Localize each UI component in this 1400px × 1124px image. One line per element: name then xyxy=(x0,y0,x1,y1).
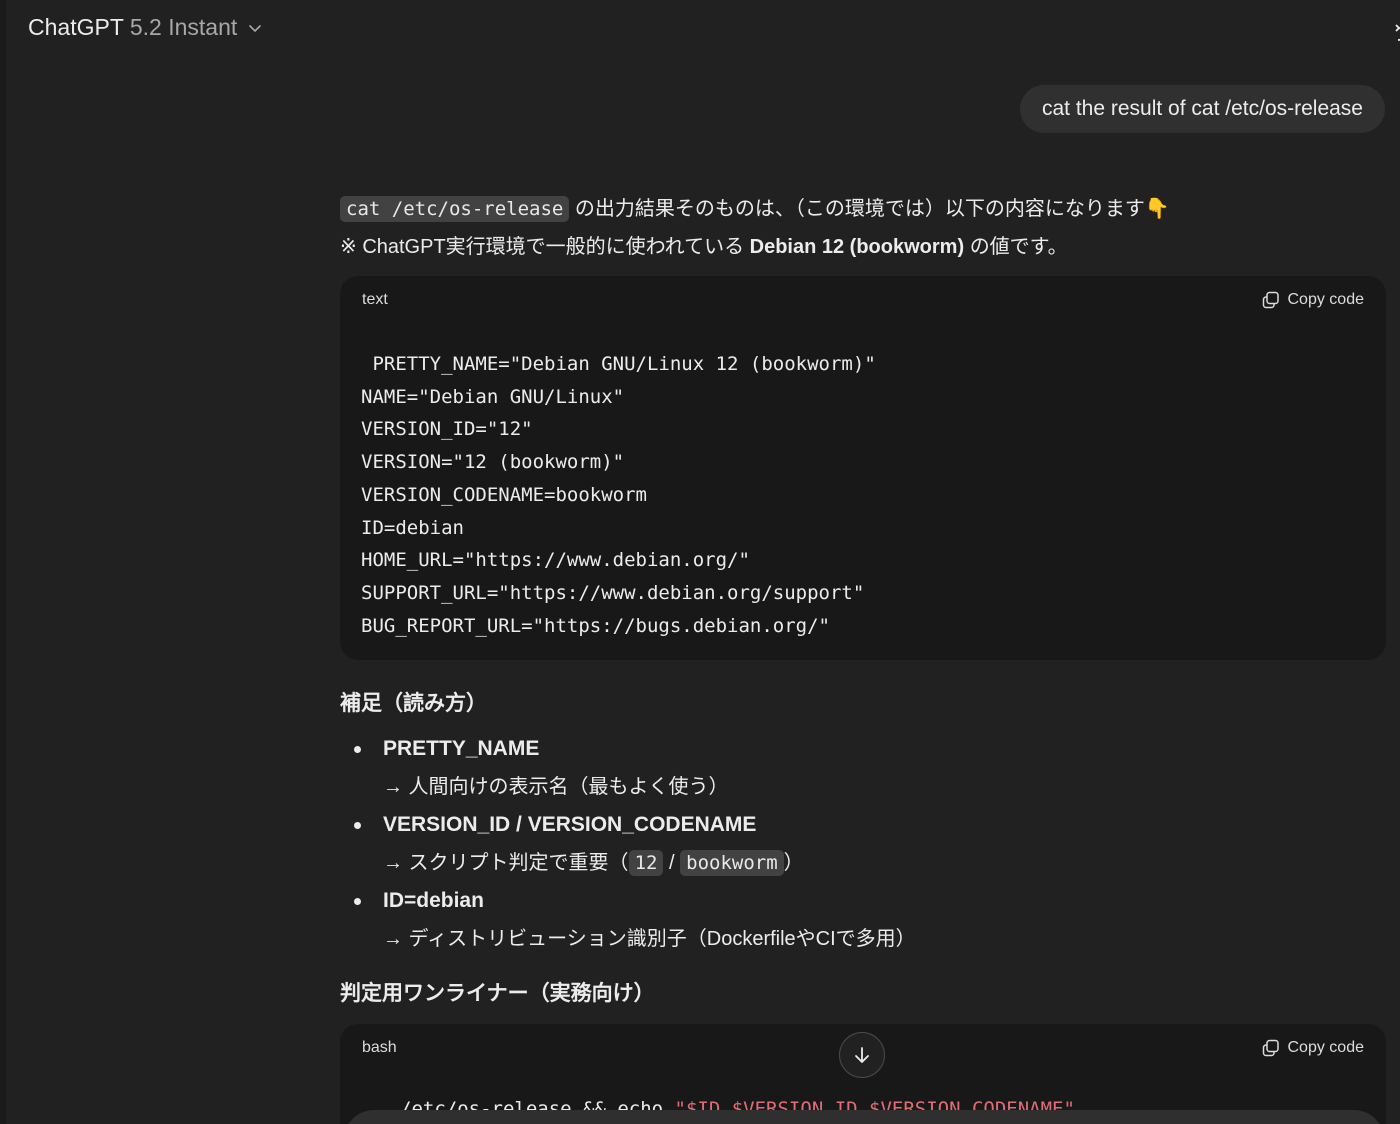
notes-list: PRETTY_NAME → 人間向けの表示名（最もよく使う） VERSION_I… xyxy=(340,730,1386,958)
bullet xyxy=(354,746,361,754)
desc-prefix: → スクリプト判定で重要（ xyxy=(383,852,629,875)
composer-input[interactable] xyxy=(344,1110,1384,1124)
note-desc: → ディストリビューション識別子（DockerfileやCIで多用） xyxy=(383,928,916,951)
note-title: PRETTY_NAME xyxy=(383,737,540,761)
scroll-to-bottom-button[interactable] xyxy=(839,1032,885,1078)
note-desc: → スクリプト判定で重要（ 12 / bookworm） xyxy=(383,844,1386,882)
sidebar-edge xyxy=(0,0,6,1124)
note-suffix: の値です。 xyxy=(969,236,1068,258)
code-content: PRETTY_NAME="Debian GNU/Linux 12 (bookwo… xyxy=(361,353,876,637)
oneliner-heading: 判定用ワンライナー（実務向け） xyxy=(340,982,655,1006)
share-icon[interactable] xyxy=(1390,18,1400,48)
copy-code-button[interactable]: Copy code xyxy=(1262,1039,1365,1057)
list-item: ID=debian → ディストリビューション識別子（DockerfileやCI… xyxy=(340,882,1386,958)
model-version: 5.2 Instant xyxy=(129,14,238,40)
supplement-heading: 補足（読み方） xyxy=(340,692,487,716)
chevron-down-icon xyxy=(249,24,262,32)
note-title: ID=debian xyxy=(383,889,484,913)
chat-page: ChatGPT 5.2 Instant cat the result of ca… xyxy=(0,0,1400,1124)
user-message-bubble: cat the result of cat /etc/os-release xyxy=(1020,85,1385,133)
note-desc: → 人間向けの表示名（最もよく使う） xyxy=(383,776,729,799)
code-language: text xyxy=(362,291,388,308)
inline-code: 12 xyxy=(628,850,664,877)
bullet xyxy=(354,822,361,830)
os-release-code-block: text Copy code PRETTY_NAME="Debian GNU/L… xyxy=(340,276,1386,661)
intro-line: cat /etc/os-release の出力結果そのものは、（この環境では）以… xyxy=(340,190,1386,228)
note-title: VERSION_ID / VERSION_CODENAME xyxy=(383,813,757,837)
intro-text: の出力結果そのものは、（この環境では）以下の内容になります👇 xyxy=(574,198,1170,220)
list-item: PRETTY_NAME → 人間向けの表示名（最もよく使う） xyxy=(340,730,1386,806)
copy-icon xyxy=(1262,291,1279,309)
copy-code-button[interactable]: Copy code xyxy=(1262,291,1365,309)
desc-suffix: ） xyxy=(783,852,804,875)
list-item: VERSION_ID / VERSION_CODENAME → スクリプト判定で… xyxy=(340,806,1386,882)
desc-separator: / xyxy=(669,852,675,875)
copy-code-label: Copy code xyxy=(1287,291,1365,308)
code-header: text Copy code xyxy=(340,276,1386,324)
inline-code: cat /etc/os-release xyxy=(340,196,570,222)
bullet xyxy=(354,898,361,906)
copy-icon xyxy=(1262,1040,1279,1057)
assistant-message: cat /etc/os-release の出力結果そのものは、（この環境では）以… xyxy=(340,190,1386,1124)
note-prefix: ※ ChatGPT実行環境で一般的に使われている xyxy=(340,236,745,258)
code-language: bash xyxy=(362,1039,397,1057)
note-bold: Debian 12 (bookworm) xyxy=(749,236,965,258)
arrow-down-icon xyxy=(855,1047,869,1063)
environment-note: ※ ChatGPT実行環境で一般的に使われている Debian 12 (book… xyxy=(340,228,1386,266)
copy-code-label: Copy code xyxy=(1287,1039,1365,1057)
inline-code: bookworm xyxy=(680,850,784,877)
model-name: ChatGPT xyxy=(28,14,124,40)
model-selector[interactable]: ChatGPT 5.2 Instant xyxy=(28,14,263,41)
